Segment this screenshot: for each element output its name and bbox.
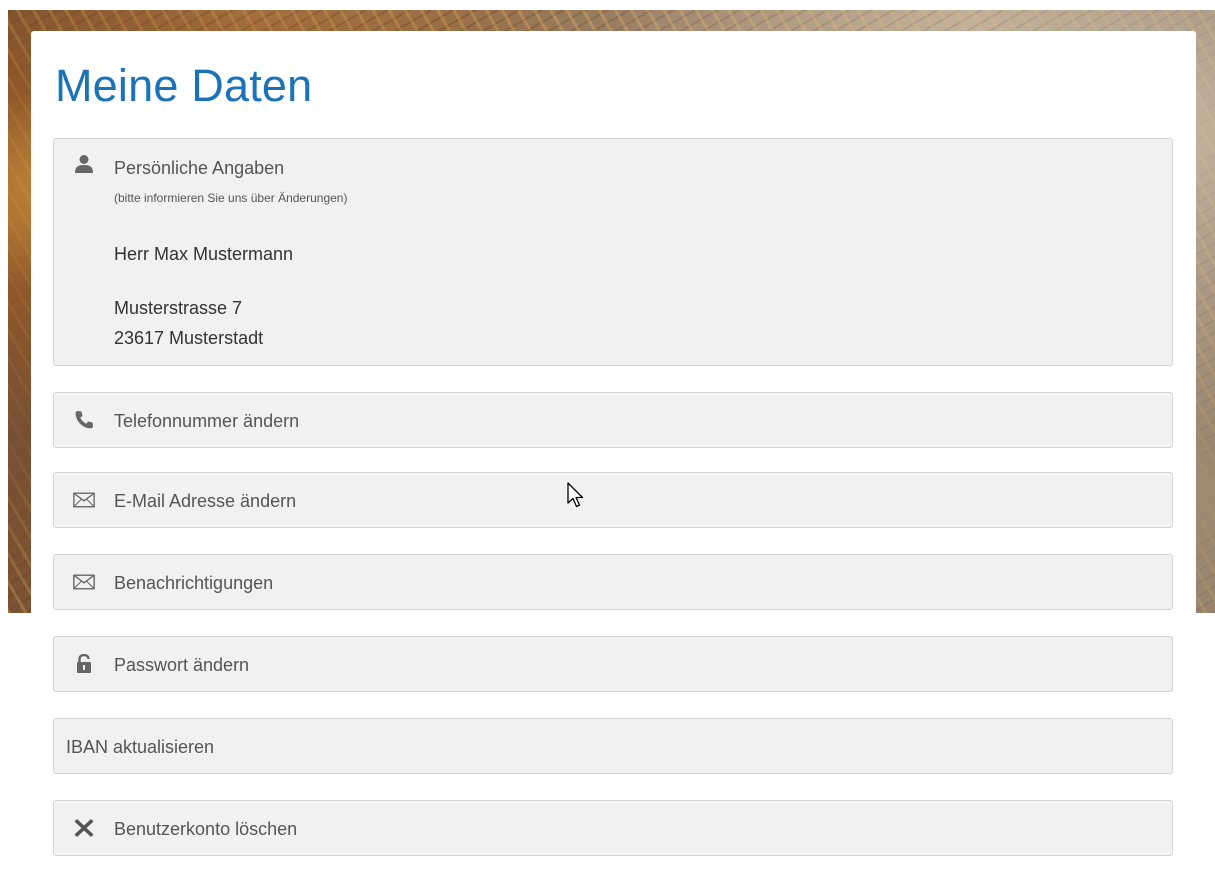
change-phone-label: Telefonnummer ändern: [114, 411, 300, 431]
change-password-button[interactable]: Passwort ändern: [53, 636, 1173, 692]
user-icon: [73, 153, 95, 175]
personal-info-panel: Persönliche Angaben (bitte informieren S…: [53, 138, 1173, 366]
customer-name: Herr Max Mustermann: [114, 244, 294, 264]
change-email-button[interactable]: E-Mail Adresse ändern: [53, 472, 1173, 528]
address-city: 23617 Musterstadt: [114, 328, 264, 348]
personal-info-note: (bitte informieren Sie uns über Änderung…: [114, 191, 348, 205]
update-iban-button[interactable]: IBAN aktualisieren: [53, 718, 1173, 774]
update-iban-label: IBAN aktualisieren: [66, 737, 215, 757]
change-email-label: E-Mail Adresse ändern: [114, 491, 297, 511]
close-icon: [73, 817, 95, 839]
lock-icon: [73, 653, 95, 675]
change-password-label: Passwort ändern: [114, 655, 250, 675]
change-phone-button[interactable]: Telefonnummer ändern: [53, 392, 1173, 448]
personal-info-label: Persönliche Angaben: [114, 158, 285, 178]
phone-icon: [73, 409, 95, 431]
envelope-icon: [73, 571, 95, 593]
notifications-button[interactable]: Benachrichtigungen: [53, 554, 1173, 610]
delete-account-label: Benutzerkonto löschen: [114, 819, 298, 839]
delete-account-button[interactable]: Benutzerkonto löschen: [53, 800, 1173, 856]
envelope-icon: [73, 489, 95, 511]
mouse-cursor-icon: [567, 482, 584, 508]
address-street: Musterstrasse 7: [114, 298, 243, 318]
page-title: Meine Daten: [55, 60, 313, 111]
notifications-label: Benachrichtigungen: [114, 573, 274, 593]
